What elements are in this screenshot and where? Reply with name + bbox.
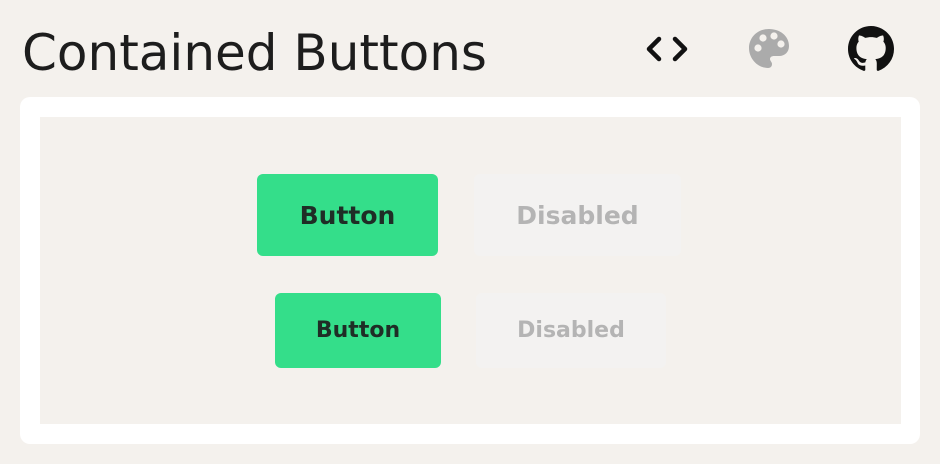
contained-button-large[interactable]: Button — [257, 174, 438, 256]
github-link[interactable] — [846, 24, 896, 74]
toolbar — [642, 24, 896, 74]
page-title: Contained Buttons — [22, 24, 487, 82]
github-icon — [848, 26, 894, 71]
page: Contained Buttons Button Disabled Button… — [0, 0, 940, 464]
demo-area — [40, 117, 901, 424]
code-icon — [646, 36, 688, 62]
palette-icon — [749, 29, 789, 68]
contained-button-medium[interactable]: Button — [275, 293, 441, 368]
view-source-button[interactable] — [642, 24, 692, 74]
disabled-button-large: Disabled — [474, 174, 681, 256]
theme-palette-button[interactable] — [744, 24, 794, 74]
disabled-button-medium: Disabled — [476, 293, 666, 368]
